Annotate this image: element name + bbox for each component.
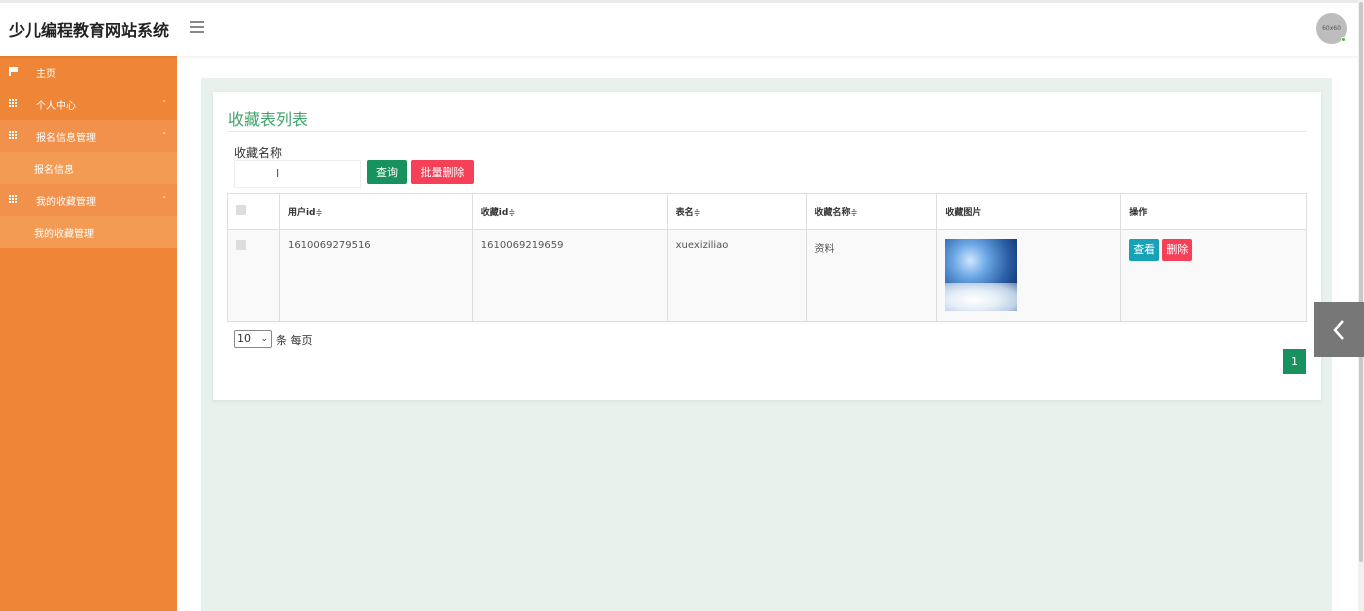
chevron-down-icon: ⌄ bbox=[260, 334, 268, 344]
cell-user-id: 1610069279516 bbox=[278, 229, 473, 322]
column-header-collect-name[interactable]: 收藏名称≑ bbox=[805, 193, 938, 230]
chevron-up-icon: ˄ bbox=[162, 132, 167, 140]
column-header-collect-id[interactable]: 收藏id≑ bbox=[471, 193, 668, 230]
cell-table-name: xuexiziliao bbox=[666, 229, 807, 322]
cell-actions: 查看 删除 bbox=[1120, 229, 1307, 322]
delete-button[interactable]: 删除 bbox=[1162, 239, 1193, 261]
table-header-row: 用户id≑ 收藏id≑ 表名≑ 收藏名称≑ 收藏图片 操作 bbox=[227, 193, 1307, 230]
sidebar-item-home[interactable]: 主页 bbox=[0, 56, 177, 88]
row-select-cell bbox=[227, 229, 280, 322]
sidebar-item-label: 报名信息管理 bbox=[36, 132, 96, 144]
grid-icon bbox=[9, 131, 18, 140]
column-header-table-name[interactable]: 表名≑ bbox=[666, 193, 807, 230]
page-title: 收藏表列表 bbox=[228, 110, 309, 129]
batch-delete-button[interactable]: 批量删除 bbox=[411, 160, 474, 184]
chevron-up-icon: ˄ bbox=[162, 196, 167, 204]
page-button-current[interactable]: 1 bbox=[1283, 349, 1306, 374]
sort-icon: ≑ bbox=[850, 208, 858, 217]
search-input[interactable]: I bbox=[234, 160, 361, 188]
grid-icon bbox=[9, 99, 18, 108]
select-all-cell bbox=[227, 193, 280, 230]
page-size-select[interactable]: 10 ⌄ bbox=[234, 330, 272, 348]
sidebar-item-label: 我的收藏管理 bbox=[36, 196, 96, 208]
text-cursor-icon: I bbox=[276, 167, 280, 180]
column-header-user-id[interactable]: 用户id≑ bbox=[278, 193, 473, 230]
sidebar-subitem-registration-info[interactable]: 报名信息 bbox=[0, 152, 177, 184]
cloud-landscape-image bbox=[945, 239, 1018, 311]
sort-icon: ≑ bbox=[315, 208, 323, 217]
collapse-panel-button[interactable] bbox=[1314, 302, 1364, 357]
avatar-text: 60x60 bbox=[1322, 25, 1341, 32]
cell-collect-id: 1610069219659 bbox=[471, 229, 668, 322]
sort-icon: ≑ bbox=[508, 208, 516, 217]
favorites-table: 用户id≑ 收藏id≑ 表名≑ 收藏名称≑ 收藏图片 操作 1610069279… bbox=[227, 193, 1307, 322]
sidebar: 主页 个人中心 ˅ 报名信息管理 ˄ 报名信息 我的收藏管理 ˄ 我的收藏管理 bbox=[0, 56, 177, 611]
sidebar-item-personal-center[interactable]: 个人中心 ˅ bbox=[0, 88, 177, 120]
hamburger-menu-icon[interactable] bbox=[190, 21, 204, 33]
select-all-checkbox[interactable] bbox=[236, 205, 246, 215]
column-header-actions: 操作 bbox=[1120, 193, 1307, 230]
column-header-collect-image: 收藏图片 bbox=[936, 193, 1122, 230]
app-title: 少儿编程教育网站系统 bbox=[9, 21, 170, 40]
flag-icon bbox=[9, 67, 18, 76]
sidebar-item-registration-management[interactable]: 报名信息管理 ˄ bbox=[0, 120, 177, 152]
top-bar: 少儿编程教育网站系统 60x60 bbox=[0, 0, 1364, 56]
cell-collect-image bbox=[936, 229, 1122, 322]
chevron-left-icon bbox=[1333, 319, 1344, 340]
title-divider bbox=[228, 131, 1307, 132]
row-checkbox[interactable] bbox=[236, 240, 246, 250]
favorites-panel: 收藏表列表 收藏名称 I 查询 批量删除 用户id≑ 收藏id≑ 表名≑ 收藏名… bbox=[213, 92, 1321, 400]
sidebar-item-label: 个人中心 bbox=[36, 100, 76, 112]
online-status-icon bbox=[1341, 37, 1346, 42]
sort-icon: ≑ bbox=[693, 208, 701, 217]
sidebar-item-label: 主页 bbox=[36, 68, 56, 80]
sidebar-subitem-my-favorites[interactable]: 我的收藏管理 bbox=[0, 216, 177, 248]
query-button[interactable]: 查询 bbox=[367, 160, 407, 184]
sidebar-item-favorites-management[interactable]: 我的收藏管理 ˄ bbox=[0, 184, 177, 216]
table-row: 1610069279516 1610069219659 xuexiziliao … bbox=[227, 229, 1307, 322]
cell-collect-name: 资料 bbox=[805, 229, 938, 322]
page-size-label: 条 每页 bbox=[276, 334, 313, 347]
grid-icon bbox=[9, 195, 18, 204]
chevron-down-icon: ˅ bbox=[162, 100, 167, 108]
avatar[interactable]: 60x60 bbox=[1316, 13, 1347, 44]
search-label: 收藏名称 bbox=[234, 146, 283, 160]
view-button[interactable]: 查看 bbox=[1129, 239, 1160, 261]
